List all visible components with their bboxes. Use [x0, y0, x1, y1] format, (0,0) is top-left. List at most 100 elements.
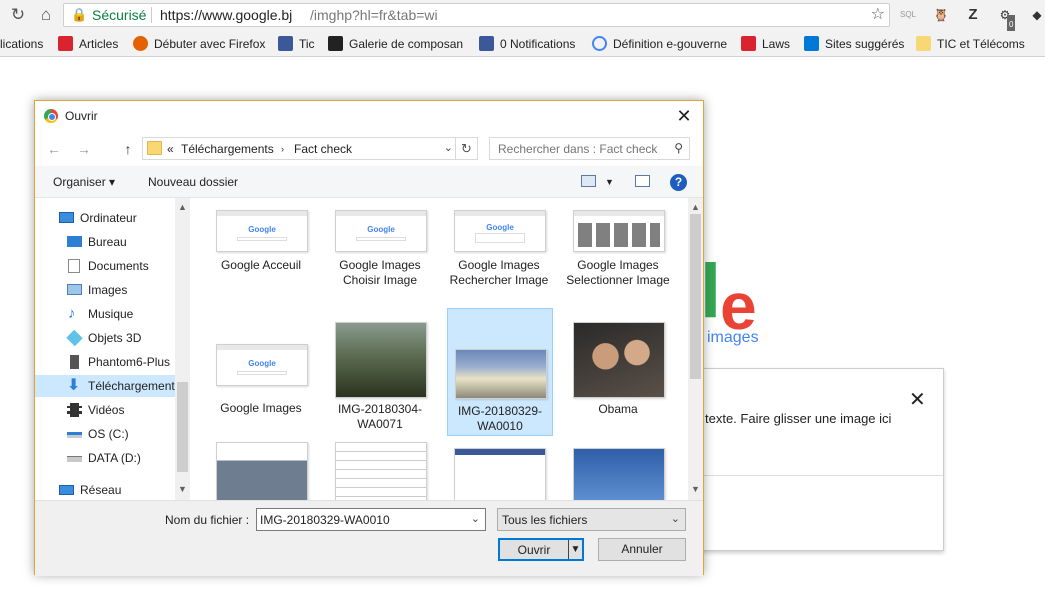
file-thumbnail	[455, 349, 547, 399]
file-item[interactable]: IMG-20180304-WA0071	[328, 320, 434, 450]
scroll-up-icon[interactable]: ▲	[688, 200, 703, 215]
open-button[interactable]: Ouvrir ▼	[498, 538, 584, 561]
bookmark-item[interactable]: Galerie de composan	[328, 35, 463, 53]
thumbnail-searchbar	[475, 233, 525, 243]
breadcrumb-item[interactable]: Fact check	[294, 142, 352, 156]
breadcrumb[interactable]: « Téléchargements › Fact check ⌄ ↻	[142, 137, 478, 160]
url-path: /imghp?hl=fr&tab=wi	[310, 7, 438, 23]
open-file-dialog: Ouvrir ✕ ← → ↑ « Téléchargements › Fact …	[34, 100, 704, 576]
navigation-scrollbar[interactable]: ▲ ▼	[175, 198, 190, 500]
laws-icon	[741, 36, 756, 51]
extension-icon[interactable]: ◆	[1027, 5, 1045, 25]
filename-field[interactable]: ⌄	[256, 508, 486, 531]
tree-item-pictures[interactable]: Images	[35, 279, 175, 301]
bookmark-star-icon[interactable]: ☆	[871, 4, 885, 26]
file-item[interactable]: Obama	[566, 320, 672, 450]
bookmark-item[interactable]: Débuter avec Firefox	[133, 35, 265, 53]
firefox-icon	[133, 36, 148, 51]
home-icon[interactable]: ⌂	[36, 5, 56, 25]
folder-icon	[916, 36, 931, 51]
owl-extension-icon[interactable]: 🦉	[931, 5, 951, 25]
breadcrumb-item[interactable]: Téléchargements	[181, 142, 274, 156]
computer-icon	[59, 212, 74, 223]
up-arrow-icon[interactable]: ↑	[119, 140, 137, 158]
download-icon: ⬇	[67, 377, 81, 394]
bing-icon	[804, 36, 819, 51]
filename-input[interactable]	[257, 509, 462, 530]
cancel-button[interactable]: Annuler	[598, 538, 686, 561]
bookmark-item[interactable]: Définition e-gouverne	[592, 35, 727, 53]
file-item[interactable]: IMG-20180329-WA0010	[447, 308, 553, 436]
file-list-scrollbar[interactable]: ▲ ▼	[688, 198, 703, 500]
close-icon[interactable]: ✕	[673, 106, 695, 126]
breadcrumb-overflow[interactable]: «	[167, 142, 174, 156]
tree-item-drive-c[interactable]: OS (C:)	[35, 423, 175, 445]
bookmark-item[interactable]: Articles	[58, 35, 118, 53]
help-icon[interactable]: ?	[670, 174, 687, 191]
chevron-down-icon[interactable]: ▼	[568, 540, 582, 559]
network-icon	[59, 485, 74, 495]
thumbnail-header	[574, 211, 664, 216]
scrollbar-thumb[interactable]	[177, 382, 188, 472]
tree-item-3d-objects[interactable]: Objets 3D	[35, 327, 175, 349]
file-item[interactable]: Google Google Images Choisir Image	[328, 206, 434, 336]
thumbnail-logo: Google	[248, 359, 276, 368]
search-box[interactable]: ⚲	[489, 137, 690, 160]
tree-item-videos[interactable]: Vidéos	[35, 399, 175, 421]
file-item[interactable]: Google Google Acceuil	[209, 206, 315, 336]
chevron-right-icon: ›	[281, 144, 284, 154]
puzzle-extension-icon[interactable]: ⚙ 0	[995, 5, 1016, 35]
tree-item-downloads[interactable]: ⬇ Téléchargements	[35, 375, 175, 397]
gallery-icon	[328, 36, 343, 51]
bookmark-item[interactable]: TIC et Télécoms	[916, 35, 1025, 53]
back-arrow-icon[interactable]: ←	[45, 140, 63, 158]
tree-item-drive-d[interactable]: DATA (D:)	[35, 447, 175, 469]
drive-icon	[67, 456, 82, 462]
tree-item-network[interactable]: Réseau	[35, 479, 175, 501]
address-bar[interactable]: 🔒 Sécurisé https://www.google.bj/imghp?h…	[63, 3, 890, 27]
file-item[interactable]	[209, 440, 315, 500]
search-icon[interactable]: ⚲	[674, 141, 683, 155]
reload-icon[interactable]: ↻	[8, 5, 28, 25]
tree-item-computer[interactable]: Ordinateur	[35, 207, 175, 229]
z-extension-icon[interactable]: Z	[963, 5, 983, 25]
bookmark-item[interactable]: Laws	[741, 35, 790, 53]
bookmark-item[interactable]: 0 Notifications	[479, 35, 575, 53]
search-input[interactable]	[490, 138, 665, 159]
organize-menu[interactable]: Organiser ▾	[53, 175, 115, 189]
scroll-up-icon[interactable]: ▲	[175, 200, 190, 215]
chevron-down-icon[interactable]: ⌄	[671, 512, 680, 525]
file-item[interactable]	[566, 440, 672, 500]
file-thumbnail: Google	[335, 210, 427, 252]
documents-icon	[68, 259, 80, 273]
tree-item-music[interactable]: ♪ Musique	[35, 303, 175, 325]
tree-item-desktop[interactable]: Bureau	[35, 231, 175, 253]
tm-icon	[58, 36, 73, 51]
chevron-down-icon[interactable]: ⌄	[471, 512, 480, 525]
thumbnail-image-grid	[578, 223, 660, 247]
forward-arrow-icon[interactable]: →	[75, 140, 93, 158]
bookmark-item[interactable]: Sites suggérés	[804, 35, 904, 53]
scroll-down-icon[interactable]: ▼	[175, 482, 190, 497]
file-item[interactable]	[328, 440, 434, 500]
facebook-icon	[278, 36, 293, 51]
close-icon[interactable]: ✕	[909, 387, 926, 412]
file-item[interactable]: Google Images Selectionner Image	[566, 206, 672, 336]
new-folder-button[interactable]: Nouveau dossier	[148, 175, 238, 189]
preview-pane-icon[interactable]	[635, 175, 650, 187]
tree-item-documents[interactable]: Documents	[35, 255, 175, 277]
chevron-down-icon[interactable]: ▼	[605, 177, 614, 187]
sql-extension-icon[interactable]: SQL	[898, 5, 918, 25]
scrollbar-thumb[interactable]	[690, 214, 701, 379]
thumbnail-searchbar	[356, 237, 406, 241]
navigation-pane: Ordinateur Bureau Documents Images ♪ Mus…	[35, 198, 190, 500]
tree-item-phone[interactable]: Phantom6-Plus	[35, 351, 175, 373]
filetype-select[interactable]: Tous les fichiers ⌄	[497, 508, 686, 531]
bookmark-item[interactable]: Tic	[278, 35, 315, 53]
bookmark-item[interactable]: lications	[0, 35, 43, 53]
chevron-down-icon[interactable]: ⌄	[444, 141, 453, 154]
view-mode-icon[interactable]	[581, 175, 596, 187]
file-item[interactable]	[447, 440, 553, 500]
scroll-down-icon[interactable]: ▼	[688, 482, 703, 497]
refresh-icon[interactable]: ↻	[455, 138, 477, 159]
